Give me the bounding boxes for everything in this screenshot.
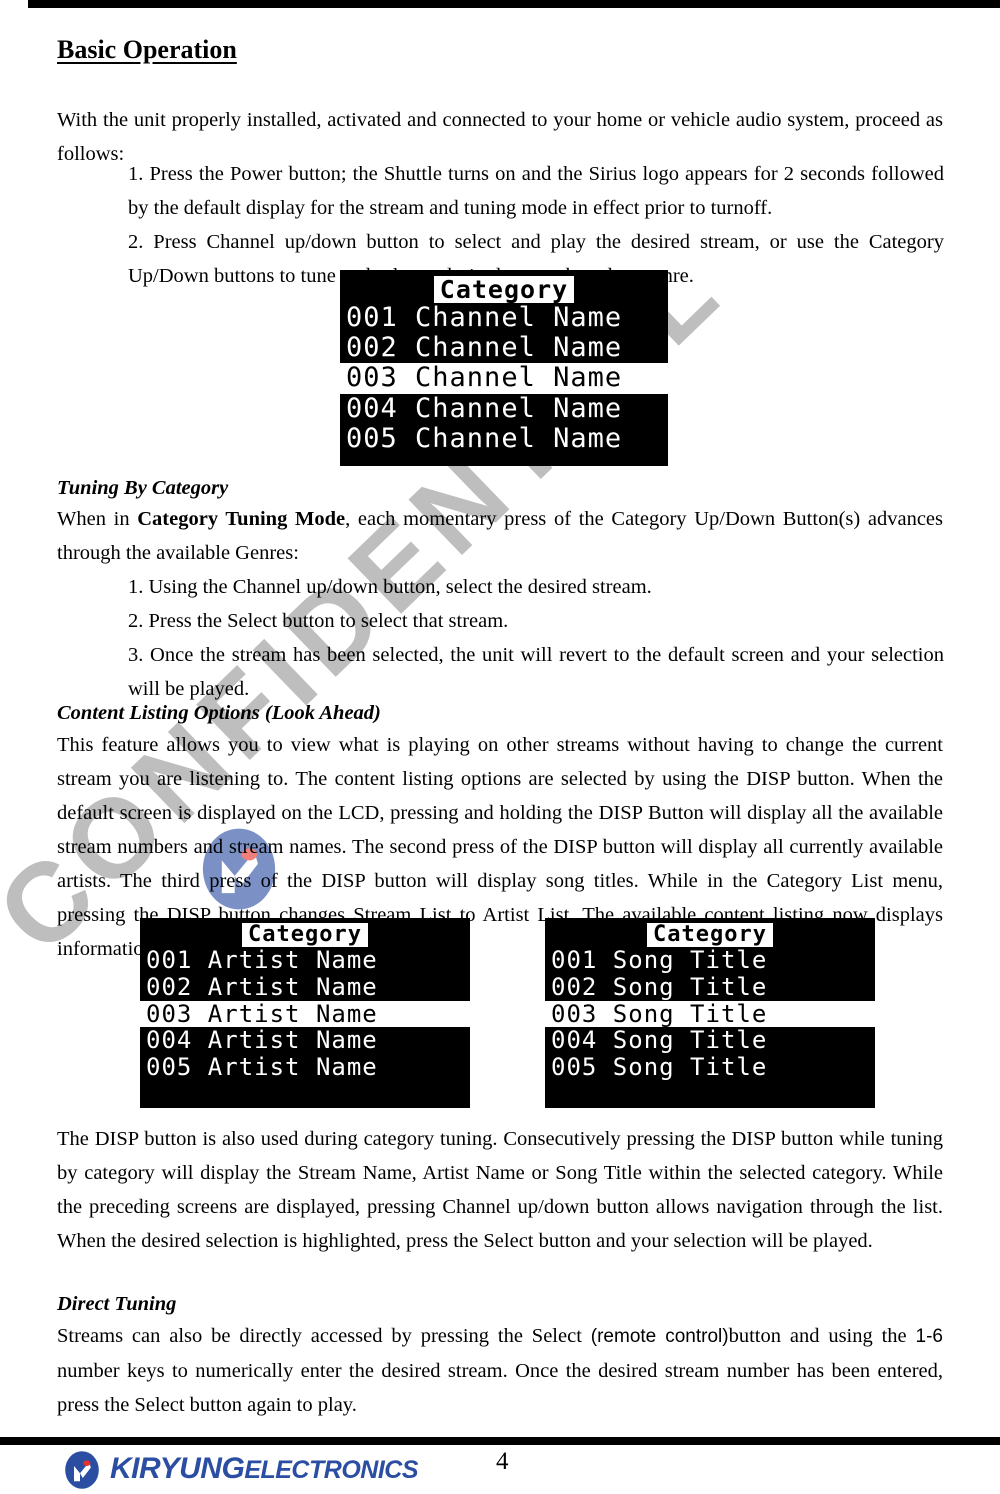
lcd-item-label: Channel Name — [397, 392, 623, 424]
lcd-item-number: 005 — [146, 1053, 193, 1082]
lcd-list-item[interactable]: 003 Channel Name — [340, 362, 668, 394]
lcd-item-number: 002 — [146, 972, 193, 1001]
lcd-item-number: 005 — [346, 422, 398, 454]
lcd-item-label: Artist Name — [192, 1053, 378, 1082]
lcd-list-item[interactable]: 005 Channel Name — [340, 422, 668, 454]
footer-brand: KIRYUNGELECTRONICS — [110, 1452, 418, 1486]
lcd-title-row: Category — [340, 276, 668, 303]
lcd-row-group: 001 Song Title 002 Song Title 003 Song Tit… — [545, 945, 875, 1081]
disp-note-body: The DISP button is also used during cate… — [57, 1128, 943, 1252]
lcd-list-item[interactable]: 001 Channel Name — [340, 302, 668, 333]
lcd-list-item[interactable]: 005 Artist Name — [140, 1054, 470, 1081]
lcd-item-number: 003 — [551, 999, 598, 1028]
lcd-screen-artist-list: Category 001 Artist Name 002 Artist Name 0… — [140, 918, 470, 1108]
footer-brand-primary: KIRYUNG — [110, 1452, 245, 1485]
lcd-list-item[interactable]: 001 Artist Name — [140, 945, 470, 974]
lcd-item-number: 003 — [146, 999, 193, 1028]
lcd-item-label: Channel Name — [397, 302, 623, 333]
lcd-item-label: Song Title — [597, 945, 768, 974]
lcd-title: Category — [433, 276, 575, 303]
lcd-title: Category — [647, 923, 773, 947]
lcd-row-group: 001 Artist Name 002 Artist Name 003 Artist… — [140, 945, 470, 1081]
lcd-list-item[interactable]: 002 Channel Name — [340, 333, 668, 363]
lcd-item-label: Artist Name — [192, 972, 378, 1001]
lcd-item-number: 001 — [346, 302, 398, 333]
direct-tuning-number-range: 1-6 — [915, 1326, 943, 1347]
page-content: Basic Operation With the unit properly i… — [0, 0, 1000, 1494]
tuning-step-1: 1. Using the Channel up/down button, sel… — [128, 576, 652, 598]
lcd-list-item[interactable]: 002 Song Title — [545, 972, 875, 1001]
direct-tuning-text-2: button and using the — [728, 1325, 916, 1347]
lcd-item-number: 004 — [551, 1026, 598, 1055]
lcd-item-number: 002 — [346, 332, 398, 364]
lcd-list-item[interactable]: 001 Song Title — [545, 945, 875, 974]
heading-direct-tuning: Direct Tuning — [57, 1293, 177, 1315]
lcd-list-item[interactable]: 003 Song Title — [545, 999, 875, 1028]
lcd-list-item[interactable]: 004 Channel Name — [340, 392, 668, 424]
tuning-step-2: 2. Press the Select button to select tha… — [128, 610, 509, 632]
heading-content-listing: Content Listing Options (Look Ahead) — [57, 702, 381, 724]
lcd-title-row: Category — [545, 923, 875, 947]
lcd-item-number: 003 — [346, 362, 398, 394]
lcd-row-group: 001 Channel Name 002 Channel Name 003 Chan… — [340, 302, 668, 454]
lcd-list-item[interactable]: 004 Song Title — [545, 1027, 875, 1054]
lcd-list-item[interactable]: 004 Artist Name — [140, 1027, 470, 1054]
page-title: Basic Operation — [57, 35, 237, 64]
lcd-item-number: 001 — [551, 945, 598, 974]
lcd-screen-song-list: Category 001 Song Title 002 Song Title 003… — [545, 918, 875, 1108]
lcd-item-label: Artist Name — [192, 1026, 378, 1055]
direct-tuning-remote-control: (remote control) — [590, 1326, 729, 1347]
lcd-item-label: Artist Name — [192, 999, 378, 1028]
tuning-intro-pre: When in — [57, 508, 138, 530]
direct-tuning-text-3: number keys to numerically enter the des… — [57, 1360, 943, 1416]
tuning-by-category-intro: When in Category Tuning Mode, each momen… — [57, 502, 943, 570]
lcd-screen-channel-list: Category 001 Channel Name 002 Channel Nam… — [340, 270, 668, 466]
lcd-item-number: 005 — [551, 1053, 598, 1082]
lcd-item-label: Song Title — [597, 972, 768, 1001]
tuning-intro-bold: Category Tuning Mode — [137, 508, 346, 530]
lcd-item-label: Artist Name — [192, 945, 378, 974]
page-number: 4 — [496, 1448, 509, 1475]
heading-tuning-by-category: Tuning By Category — [57, 477, 229, 499]
lcd-title-row: Category — [140, 923, 470, 947]
footer-brand-secondary: ELECTRONICS — [244, 1456, 418, 1484]
lcd-item-label: Channel Name — [397, 422, 623, 454]
lcd-item-label: Song Title — [597, 1053, 768, 1082]
lcd-list-item[interactable]: 005 Song Title — [545, 1054, 875, 1081]
lcd-item-label: Song Title — [597, 1026, 768, 1055]
lcd-item-number: 004 — [346, 392, 398, 424]
kiryung-logo-icon — [65, 1451, 99, 1489]
lcd-item-label: Channel Name — [397, 332, 623, 364]
tuning-step-3: 3. Once the stream has been selected, th… — [128, 644, 944, 700]
lcd-item-label: Song Title — [597, 999, 768, 1028]
lcd-list-item[interactable]: 003 Artist Name — [140, 999, 470, 1028]
lcd-item-label: Channel Name — [397, 362, 623, 394]
lcd-item-number: 002 — [551, 972, 598, 1001]
lcd-item-number: 001 — [146, 945, 193, 974]
lcd-item-number: 004 — [146, 1026, 193, 1055]
intro-step-1: 1. Press the Power button; the Shuttle t… — [128, 163, 944, 219]
direct-tuning-body: Streams can also be directly accessed by… — [57, 1319, 943, 1422]
lcd-title: Category — [242, 923, 368, 947]
direct-tuning-text-1: Streams can also be directly accessed by… — [57, 1325, 591, 1347]
lcd-list-item[interactable]: 002 Artist Name — [140, 972, 470, 1001]
document-page: CONFIDENTIAL Basic Operation With the un… — [0, 0, 1000, 1494]
